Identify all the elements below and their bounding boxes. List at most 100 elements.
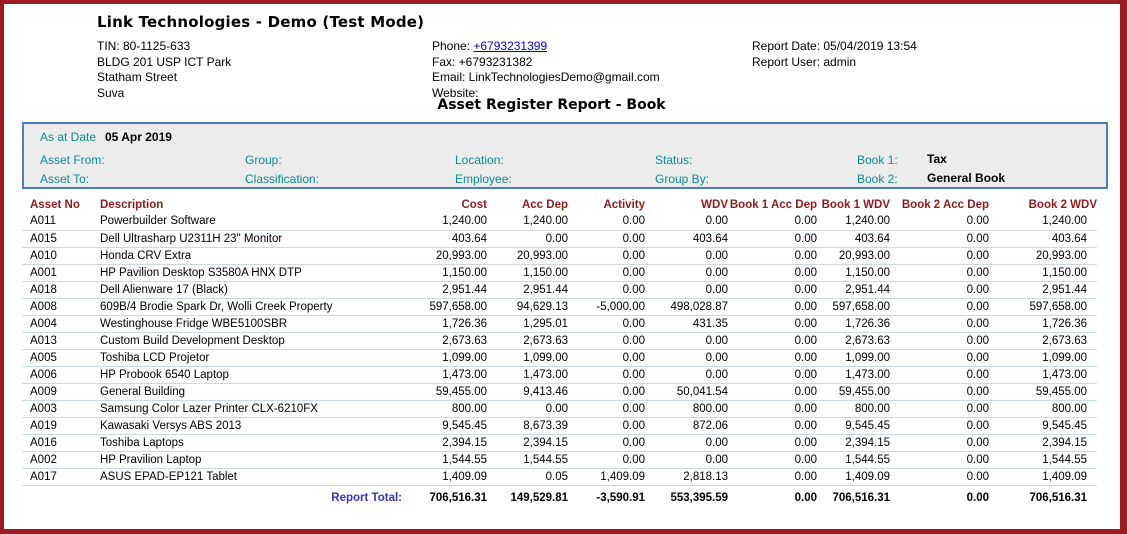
amount-cell: 94,629.13	[487, 298, 568, 316]
amount-cell: 0.00	[890, 247, 989, 265]
table-row: A004 Westinghouse Fridge WBE5100SBR 1,726.…	[22, 315, 1097, 333]
amount-cell: 1,099.00	[817, 349, 890, 367]
amount-cell: 2,951.44	[402, 281, 487, 299]
company-name: Link Technologies - Demo (Test Mode)	[97, 13, 425, 31]
phone-label: Phone:	[432, 39, 474, 53]
report-date: Report Date: 05/04/2019 13:54	[752, 39, 917, 53]
amount-cell: 2,394.15	[817, 434, 890, 452]
amount-cell: 0.00	[645, 332, 728, 350]
report-total-label: Report Total:	[331, 491, 402, 504]
amount-cell: 0.00	[890, 349, 989, 367]
amount-cell: 1,150.00	[487, 264, 568, 282]
amount-cell: 8,673.39	[487, 417, 568, 435]
filter-summary-box: As at Date 05 Apr 2019 Asset From: Group…	[22, 122, 1108, 189]
book2-label: Book 2:	[857, 172, 898, 186]
amount-cell: 0.00	[728, 332, 817, 350]
asset-from-label: Asset From:	[40, 153, 105, 167]
amount-cell: 0.00	[890, 298, 989, 316]
amount-cell: 1,295.01	[487, 315, 568, 333]
amount-cell: 20,993.00	[487, 247, 568, 265]
description-cell: Powerbuilder Software	[100, 213, 402, 231]
amount-cell: 0.00	[890, 468, 989, 486]
amount-cell: 1,726.36	[817, 315, 890, 333]
amount-cell: 800.00	[817, 400, 890, 418]
amount-cell: 1,726.36	[402, 315, 487, 333]
amount-cell: 0.00	[487, 230, 568, 248]
amount-cell: 0.00	[645, 366, 728, 384]
asset-no-cell: A005	[22, 349, 100, 367]
total-book2-wdv: 706,516.31	[1029, 491, 1087, 504]
amount-cell: 1,099.00	[402, 349, 487, 367]
phone-link[interactable]: +6793231399	[473, 39, 547, 53]
total-cost: 706,516.31	[429, 491, 487, 504]
asset-no-cell: A017	[22, 468, 100, 486]
amount-cell: 0.00	[890, 400, 989, 418]
amount-cell: 0.00	[645, 264, 728, 282]
company-address-line2: Statham Street	[97, 70, 178, 85]
amount-cell: 0.00	[728, 400, 817, 418]
description-cell: Kawasaki Versys ABS 2013	[100, 417, 402, 435]
description-cell: Toshiba Laptops	[100, 434, 402, 452]
group-label: Group:	[245, 153, 282, 167]
amount-cell: 1,150.00	[817, 264, 890, 282]
amount-cell: 0.00	[568, 383, 645, 401]
amount-cell: 1,409.09	[402, 468, 487, 486]
email-line: Email: LinkTechnologiesDemo@gmail.com	[432, 70, 660, 85]
amount-cell: 0.00	[890, 417, 989, 435]
amount-cell: 0.00	[890, 332, 989, 350]
amount-cell: 0.00	[728, 434, 817, 452]
company-address-line1: BLDG 201 USP ICT Park	[97, 54, 232, 69]
description-cell: 609B/4 Brodie Spark Dr, Wolli Creek Prop…	[100, 298, 402, 316]
amount-cell: 1,240.00	[402, 213, 487, 231]
amount-cell: 0.00	[890, 213, 989, 231]
amount-cell: 0.00	[890, 281, 989, 299]
amount-cell: 1,240.00	[817, 213, 890, 231]
amount-cell: 800.00	[402, 400, 487, 418]
amount-cell: 0.00	[645, 247, 728, 265]
amount-cell: 0.00	[890, 383, 989, 401]
col-header-asset-no: Asset No	[30, 199, 80, 211]
table-row: A005 Toshiba LCD Projetor 1,099.00 1,099.00…	[22, 349, 1097, 367]
amount-cell: 0.00	[728, 230, 817, 248]
classification-label: Classification:	[245, 172, 320, 186]
asset-no-cell: A001	[22, 264, 100, 282]
amount-cell: 2,951.44	[487, 281, 568, 299]
amount-cell: 0.00	[645, 451, 728, 469]
amount-cell: 872.06	[645, 417, 728, 435]
asset-register-table: Asset No Description Cost Acc Dep Activi…	[22, 196, 1097, 505]
amount-cell: 2,394.15	[989, 434, 1097, 452]
amount-cell: 1,150.00	[989, 264, 1097, 282]
amount-cell: 0.00	[568, 213, 645, 231]
amount-cell: 498,028.87	[645, 298, 728, 316]
amount-cell: 0.00	[728, 281, 817, 299]
amount-cell: 0.00	[728, 383, 817, 401]
description-cell: Westinghouse Fridge WBE5100SBR	[100, 315, 402, 333]
total-book1-acc-dep: 0.00	[794, 491, 817, 504]
asset-no-cell: A006	[22, 366, 100, 384]
book1-label: Book 1:	[857, 153, 898, 167]
asset-no-cell: A011	[22, 213, 100, 231]
total-spacer-cell	[22, 485, 100, 505]
amount-cell: 0.00	[728, 315, 817, 333]
amount-cell: 0.00	[728, 213, 817, 231]
group-by-label: Group By:	[655, 172, 710, 186]
amount-cell: 0.00	[890, 315, 989, 333]
amount-cell: 597,658.00	[989, 298, 1097, 316]
amount-cell: 59,455.00	[817, 383, 890, 401]
amount-cell: 0.00	[568, 434, 645, 452]
amount-cell: 9,545.45	[402, 417, 487, 435]
amount-cell: 59,455.00	[402, 383, 487, 401]
amount-cell: 2,673.63	[402, 332, 487, 350]
book1-value: Tax	[927, 152, 947, 166]
asset-no-cell: A019	[22, 417, 100, 435]
table-row: A008 609B/4 Brodie Spark Dr, Wolli Creek …	[22, 298, 1097, 316]
amount-cell: 403.64	[402, 230, 487, 248]
amount-cell: 0.00	[645, 281, 728, 299]
col-header-book1-acc-dep: Book 1 Acc Dep	[729, 199, 817, 211]
col-header-activity: Activity	[603, 199, 645, 211]
company-address-block: TIN: 80-1125-633 BLDG 201 USP ICT Park S…	[97, 39, 231, 101]
table-row: A009 General Building 59,455.00 9,413.46 0.0…	[22, 383, 1097, 401]
table-row: A013 Custom Build Development Desktop 2,67…	[22, 332, 1097, 350]
description-cell: Toshiba LCD Projetor	[100, 349, 402, 367]
report-meta-block: Report Date: 05/04/2019 13:54 Report Use…	[752, 39, 917, 70]
